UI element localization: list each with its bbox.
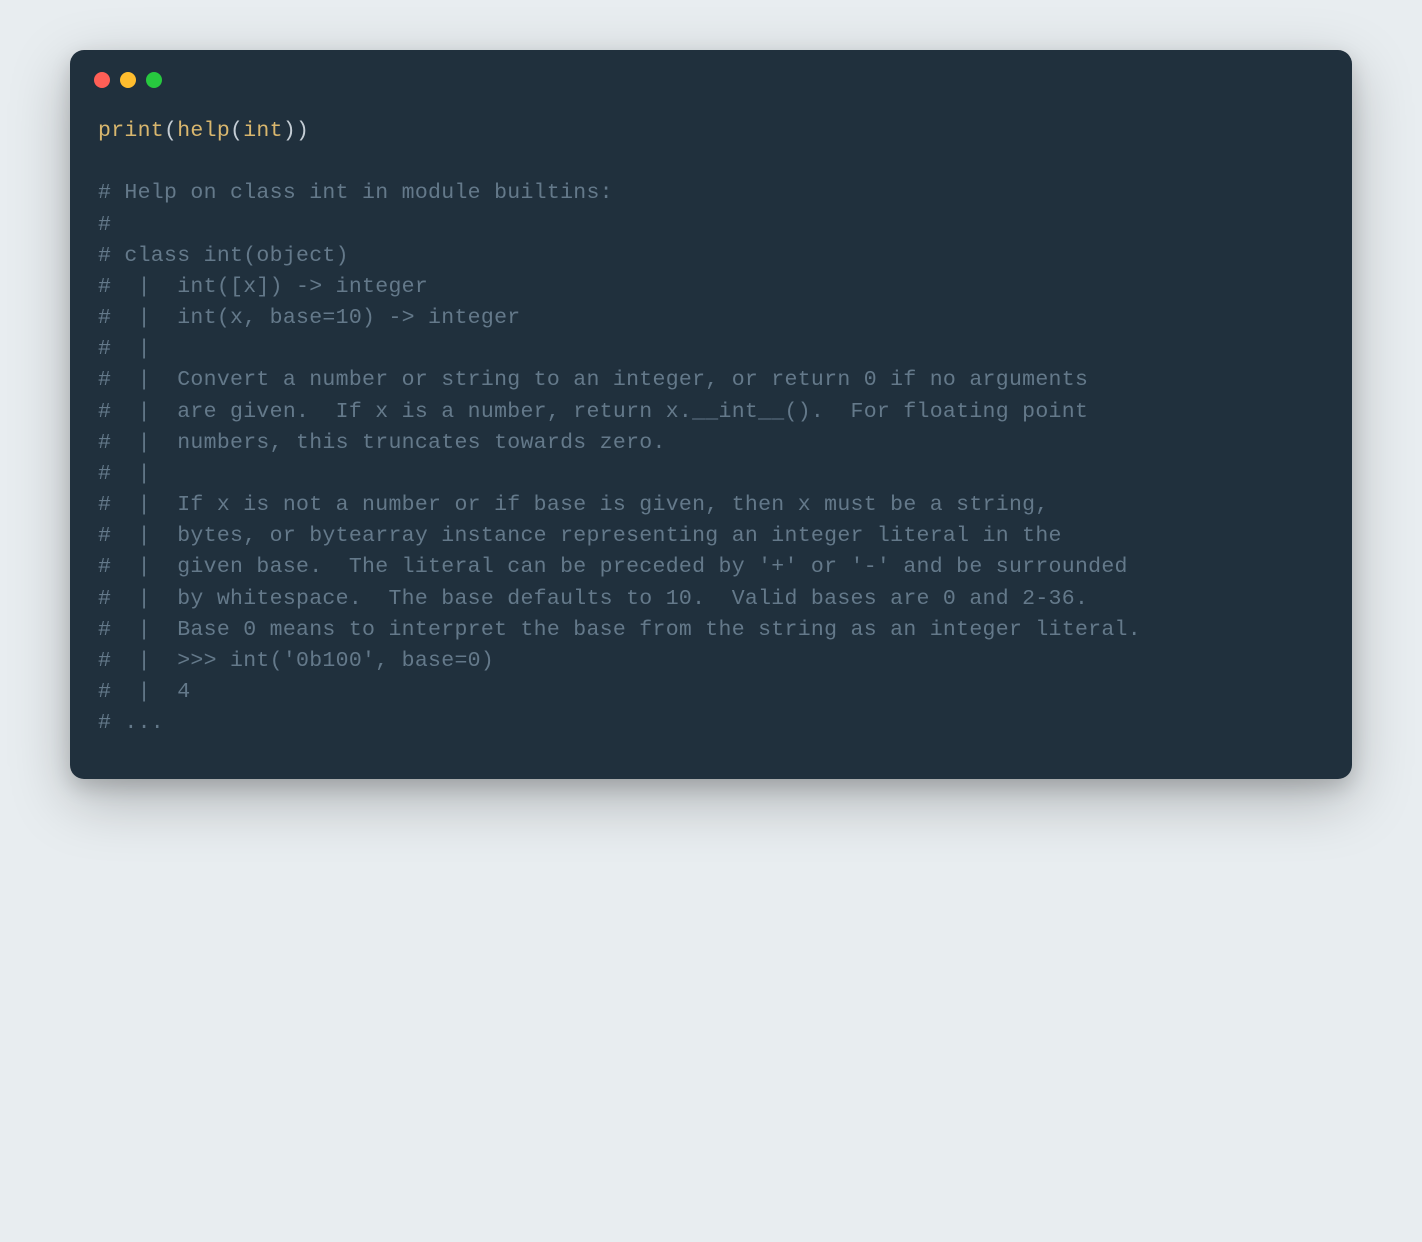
comment-line: # | int(x, base=10) -> integer xyxy=(98,303,1324,334)
comment-line: # | given base. The literal can be prece… xyxy=(98,552,1324,583)
code-line: print(help(int)) xyxy=(98,116,1324,147)
code-window: print(help(int)) # Help on class int in … xyxy=(70,50,1352,779)
punct-token: ( xyxy=(164,119,177,143)
comment-line: # | 4 xyxy=(98,677,1324,708)
comment-line: # | xyxy=(98,334,1324,365)
comment-line: # xyxy=(98,210,1324,241)
comment-line: # | bytes, or bytearray instance represe… xyxy=(98,521,1324,552)
comment-line: # | >>> int('0b100', base=0) xyxy=(98,646,1324,677)
comment-line: # class int(object) xyxy=(98,241,1324,272)
titlebar xyxy=(70,50,1352,96)
maximize-icon[interactable] xyxy=(146,72,162,88)
builtin-token: print xyxy=(98,119,164,143)
comment-line: # | numbers, this truncates towards zero… xyxy=(98,428,1324,459)
code-content: print(help(int)) # Help on class int in … xyxy=(70,96,1352,779)
comment-line: # Help on class int in module builtins: xyxy=(98,178,1324,209)
comment-line: # | are given. If x is a number, return … xyxy=(98,397,1324,428)
builtin-token: int xyxy=(243,119,283,143)
punct-token: )) xyxy=(283,119,309,143)
comment-line: # | by whitespace. The base defaults to … xyxy=(98,584,1324,615)
comment-line: # | If x is not a number or if base is g… xyxy=(98,490,1324,521)
comment-line: # | Base 0 means to interpret the base f… xyxy=(98,615,1324,646)
comment-line: # | int([x]) -> integer xyxy=(98,272,1324,303)
close-icon[interactable] xyxy=(94,72,110,88)
builtin-token: help xyxy=(177,119,230,143)
punct-token: ( xyxy=(230,119,243,143)
comment-line: # | Convert a number or string to an int… xyxy=(98,365,1324,396)
comment-line: # ... xyxy=(98,708,1324,739)
blank-line xyxy=(98,147,1324,178)
comment-line: # | xyxy=(98,459,1324,490)
minimize-icon[interactable] xyxy=(120,72,136,88)
